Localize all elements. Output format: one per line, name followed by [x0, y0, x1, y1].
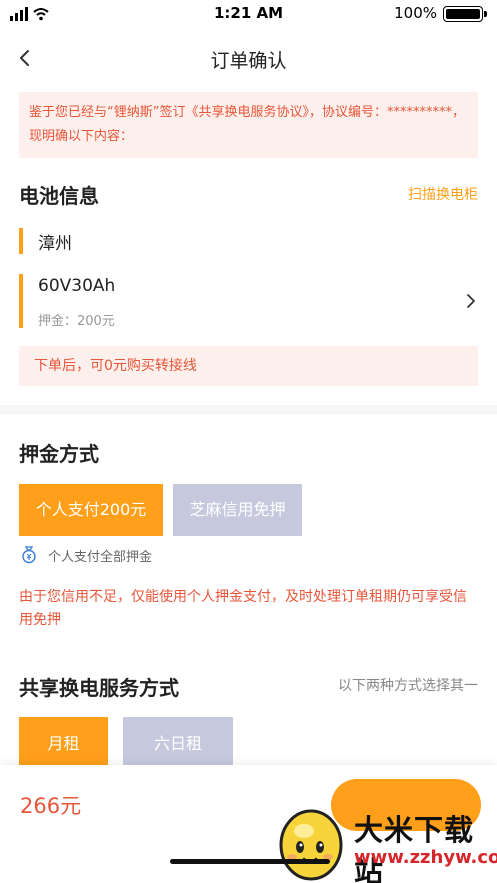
total-price: 266元	[20, 794, 82, 818]
promo-banner: 下单后，可0元购买转接线	[19, 346, 478, 386]
page-title: 订单确认	[210, 50, 287, 72]
agreement-notice: 鉴于您已经与“锂纳斯”签订《共享换电服务协议》，协议编号：**********，…	[19, 92, 478, 158]
personal-pay-button[interactable]: 个人支付200元	[19, 484, 163, 536]
watermark-name: 大米下载站	[354, 813, 475, 883]
status-bar: 1:21 AM 100%	[0, 0, 497, 26]
battery-model: 60V30Ah	[38, 276, 116, 296]
city-accent-bar	[19, 228, 23, 254]
credit-warning: 由于您信用不足，仅能使用个人押金支付，及时处理订单租期仍可享受信用免押	[19, 589, 467, 628]
battery-icon	[443, 6, 487, 22]
rice-mascot-logo	[279, 809, 343, 881]
service-hint: 以下两种方式选择其一	[338, 678, 478, 694]
site-watermark: 大米下载站 www.zzhyw.com	[268, 795, 497, 883]
service-section-title: 共享换电服务方式	[19, 676, 179, 700]
battery-section-title: 电池信息	[19, 184, 99, 208]
money-bag-icon	[22, 546, 36, 564]
battery-deposit: 押金：200元	[38, 314, 115, 329]
city-label: 漳州	[38, 234, 72, 254]
battery-percent: 100%	[394, 4, 437, 22]
deposit-section-title: 押金方式	[19, 442, 99, 466]
zhima-credit-button[interactable]: 芝麻信用免押	[173, 484, 302, 536]
section-divider	[0, 405, 497, 414]
scan-cabinet-link[interactable]: 扫描换电柜	[408, 184, 478, 204]
deposit-note: 个人支付全部押金	[48, 550, 153, 565]
chevron-right-icon[interactable]	[464, 292, 478, 310]
home-indicator	[170, 859, 330, 864]
watermark-url: www.zzhyw.com	[354, 847, 497, 868]
